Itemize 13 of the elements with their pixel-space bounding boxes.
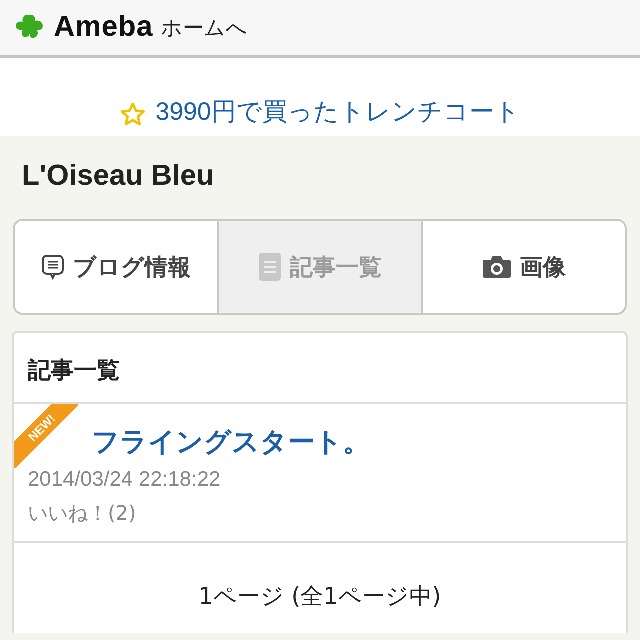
likes-count: いいね！(2) — [28, 500, 138, 527]
tab[interactable]: 画像 — [421, 221, 625, 313]
blog-title: L'Oiseau Bleu — [21, 159, 216, 194]
page-indicator: 1ページ (全1ページ中) — [198, 583, 442, 612]
logo-text[interactable]: Ameba — [54, 11, 154, 44]
section-title: 記事一覧 — [14, 333, 626, 404]
star-icon — [120, 102, 146, 128]
home-link[interactable]: ホームへ — [161, 14, 248, 42]
document-icon — [258, 252, 282, 282]
speech-bubble-icon — [41, 253, 65, 281]
camera-icon — [482, 254, 512, 280]
article-date: 2014/03/24 22:18:22 — [28, 468, 222, 492]
article-title-link[interactable]: フライングスタート。 — [92, 424, 612, 460]
